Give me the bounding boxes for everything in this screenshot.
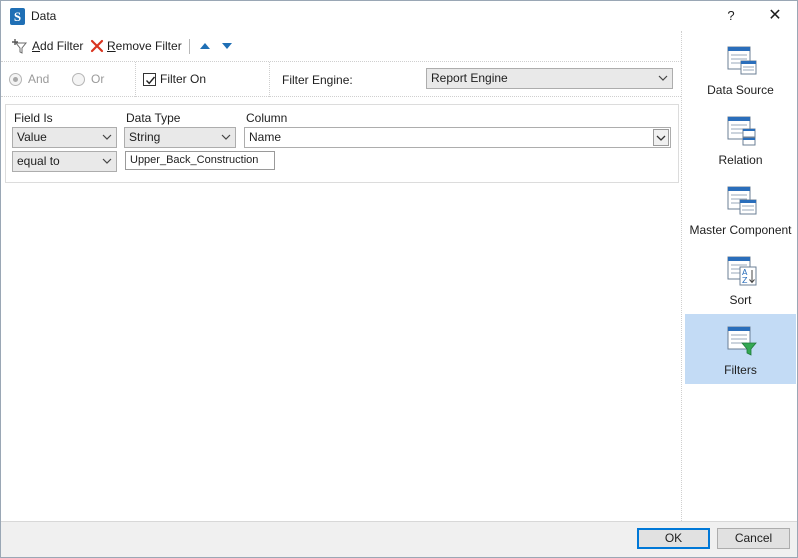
and-radio-dot (9, 72, 22, 86)
column-label: Column (246, 111, 288, 125)
filter-toolbar: Add Filter Remove Filter (1, 31, 681, 61)
and-label: And (28, 72, 50, 86)
filters-icon (727, 326, 757, 356)
sidebar-item-label: Sort (729, 293, 752, 307)
dialog-title: Data (31, 9, 57, 23)
data-type-select[interactable]: String (124, 127, 236, 148)
remove-filter-hotkey: R (107, 39, 116, 53)
filter-logic-row: And Or Filter On Filter Engine: Report E… (1, 61, 681, 97)
sidebar-item-relation[interactable]: Relation (685, 104, 796, 174)
chevron-down-icon (102, 134, 112, 140)
dialog-footer: OK Cancel (1, 522, 797, 557)
arrow-up-icon[interactable] (199, 40, 211, 52)
data-source-icon (727, 46, 757, 75)
and-radio[interactable]: And (9, 72, 49, 86)
remove-x-icon (90, 39, 104, 53)
checkmark-icon (145, 76, 156, 84)
add-filter-button[interactable]: Add Filter (11, 37, 83, 55)
sidebar-item-sort[interactable]: A Z Sort (685, 244, 796, 314)
sidebar-item-label: Master Component (689, 223, 792, 237)
field-is-label: Field Is (14, 111, 53, 125)
filter-condition-panel: Field Is Data Type Column Value String N… (5, 104, 679, 183)
data-sidebar: Data Source Relation Master Component A … (685, 34, 797, 521)
column-select[interactable]: Name (244, 127, 671, 148)
filter-on-label: Filter On (160, 72, 207, 86)
field-is-value: Value (17, 130, 47, 144)
sort-icon: A Z (727, 256, 757, 286)
data-type-value: String (129, 130, 161, 144)
chevron-down-icon (221, 134, 231, 140)
data-dialog: S Data ? ✕ Add Filter Remove Filter And … (0, 0, 798, 558)
or-radio-dot (72, 72, 85, 86)
sidebar-divider (681, 31, 682, 521)
engine-divider (269, 62, 270, 97)
condition-value-input[interactable]: Upper_Back_Construction (125, 151, 275, 170)
or-label: Or (91, 72, 105, 86)
sidebar-item-data-source[interactable]: Data Source (685, 34, 796, 104)
or-radio[interactable]: Or (72, 72, 104, 86)
filter-on-checkbox[interactable]: Filter On (143, 72, 206, 86)
remove-filter-button[interactable]: Remove Filter (90, 37, 182, 55)
sidebar-item-label: Relation (718, 153, 763, 167)
column-dropdown-button[interactable] (653, 129, 669, 146)
add-filter-label: dd Filter (40, 39, 84, 53)
filter-engine-value: Report Engine (431, 71, 508, 85)
field-is-select[interactable]: Value (12, 127, 117, 148)
svg-text:Z: Z (742, 276, 748, 285)
condition-value: equal to (17, 154, 60, 168)
master-component-icon (727, 186, 757, 215)
relation-icon (727, 116, 756, 146)
chevron-down-icon (658, 75, 668, 81)
column-value: Name (249, 130, 282, 144)
add-filter-hotkey: A (32, 39, 41, 53)
logic-divider (135, 62, 136, 97)
help-button[interactable]: ? (719, 4, 743, 28)
sidebar-item-filters[interactable]: Filters (685, 314, 796, 384)
filter-engine-label: Filter Engine: (282, 73, 353, 87)
condition-select[interactable]: equal to (12, 151, 117, 172)
arrow-down-icon[interactable] (221, 40, 233, 52)
ok-button[interactable]: OK (637, 528, 710, 549)
toolbar-divider (189, 39, 190, 54)
cancel-button[interactable]: Cancel (717, 528, 790, 549)
remove-filter-label: emove Filter (115, 39, 182, 53)
add-filter-icon (12, 39, 28, 54)
sidebar-item-master-component[interactable]: Master Component (685, 174, 796, 244)
title-bar: S Data ? ✕ (1, 1, 797, 31)
chevron-down-icon (656, 135, 666, 141)
app-logo-icon: S (10, 8, 25, 25)
chevron-down-icon (102, 158, 112, 164)
sidebar-item-label: Filters (724, 363, 757, 377)
data-type-label: Data Type (126, 111, 181, 125)
checkbox-box (143, 72, 156, 86)
sidebar-item-label: Data Source (707, 83, 774, 97)
close-button[interactable]: ✕ (761, 4, 789, 28)
filter-engine-select[interactable]: Report Engine (426, 68, 673, 89)
